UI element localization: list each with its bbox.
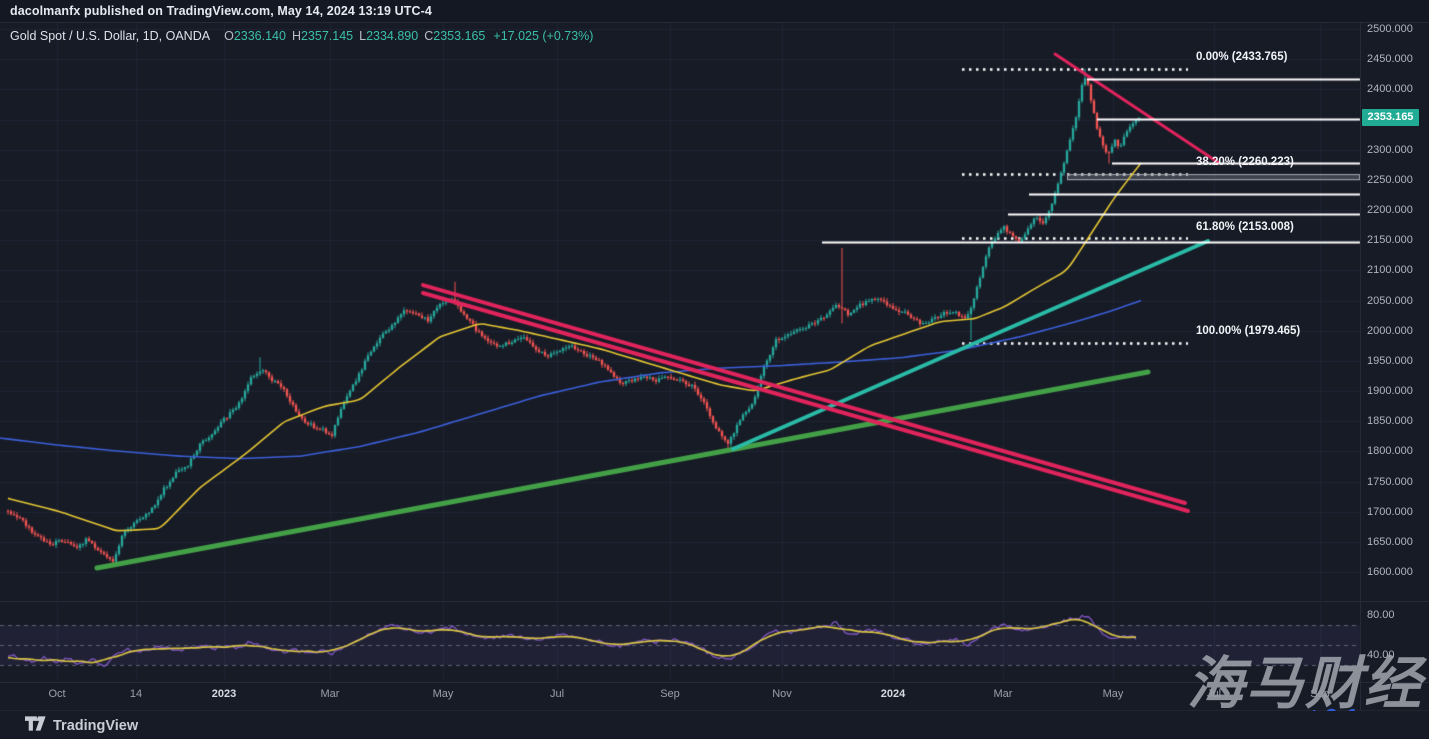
ohlc-label: H [292, 29, 301, 43]
time-axis-label: 14 [130, 688, 142, 700]
price-tick-label: 2050.000 [1367, 295, 1425, 307]
chart-canvas[interactable] [0, 0, 1429, 739]
publish-header-text: dacolmanfx published on TradingView.com,… [10, 4, 432, 18]
price-tick-label: 1900.000 [1367, 385, 1425, 397]
published-chart-page: dacolmanfx published on TradingView.com,… [0, 0, 1429, 739]
ohlc-label: O [224, 29, 234, 43]
rsi-tick-label: 80.00 [1367, 609, 1425, 621]
time-axis-label: Sep [660, 688, 680, 700]
tradingview-brand-text: TradingView [53, 718, 138, 734]
fib-level-label: 38.20% (2260.223) [1196, 156, 1294, 168]
price-tick-label: 1750.000 [1367, 476, 1425, 488]
time-axis-label: Oct [48, 688, 65, 700]
fib-level-label: 100.00% (1979.465) [1196, 325, 1300, 337]
price-tick-label: 2400.000 [1367, 83, 1425, 95]
ohlc-value: 2357.145 [301, 29, 353, 43]
time-axis-label: Jul [550, 688, 564, 700]
price-tick-label: 2450.000 [1367, 53, 1425, 65]
price-tick-label: 2250.000 [1367, 174, 1425, 186]
time-axis-label: Mar [321, 688, 340, 700]
price-tick-label: 2150.000 [1367, 234, 1425, 246]
change-value: +17.025 (+0.73%) [493, 29, 593, 43]
price-tick-label: 1650.000 [1367, 536, 1425, 548]
price-tick-label: 1950.000 [1367, 355, 1425, 367]
time-axis-label: 2023 [212, 688, 236, 700]
price-tick-label: 2500.000 [1367, 23, 1425, 35]
price-tick-label: 2000.000 [1367, 325, 1425, 337]
publish-header: dacolmanfx published on TradingView.com,… [0, 0, 1429, 23]
price-tick-label: 1800.000 [1367, 445, 1425, 457]
tradingview-brand[interactable]: TradingView [25, 716, 138, 736]
price-tick-label: 2100.000 [1367, 264, 1425, 276]
price-tick-label: 1850.000 [1367, 415, 1425, 427]
price-tick-label: 1600.000 [1367, 566, 1425, 578]
ohlc-value: 2336.140 [234, 29, 286, 43]
time-axis-label: May [1103, 688, 1124, 700]
ohlc-value: 2334.890 [366, 29, 418, 43]
price-tick-label: 2300.000 [1367, 144, 1425, 156]
ohlc-value: 2353.165 [433, 29, 485, 43]
tradingview-logo-icon [25, 716, 46, 736]
time-axis-label: May [433, 688, 454, 700]
time-axis-label: Mar [994, 688, 1013, 700]
time-axis-label: 2024 [881, 688, 905, 700]
price-axis-border [1360, 22, 1361, 710]
symbol-legend[interactable]: Gold Spot / U.S. Dollar, 1D, OANDA O2336.… [10, 29, 593, 43]
footer-bar: TradingView [0, 711, 1429, 739]
fib-level-label: 0.00% (2433.765) [1196, 51, 1287, 63]
ohlc-values: O2336.140H2357.145L2334.890C2353.165 [218, 29, 485, 43]
fib-level-label: 61.80% (2153.008) [1196, 221, 1294, 233]
pane-separator[interactable] [0, 601, 1429, 602]
price-tick-label: 2200.000 [1367, 204, 1425, 216]
price-tick-label: 1700.000 [1367, 506, 1425, 518]
time-axis-label: Nov [772, 688, 792, 700]
last-price-badge: 2353.165 [1362, 109, 1419, 126]
symbol-title: Gold Spot / U.S. Dollar, 1D, OANDA [10, 29, 210, 43]
ohlc-label: C [424, 29, 433, 43]
